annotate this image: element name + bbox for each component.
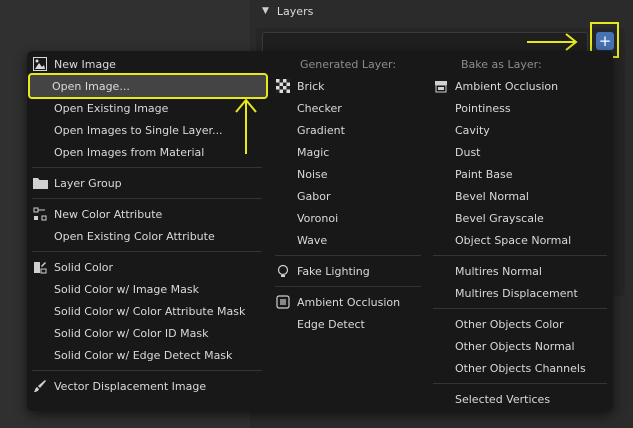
annotation-arrow-up-icon bbox=[235, 98, 257, 154]
